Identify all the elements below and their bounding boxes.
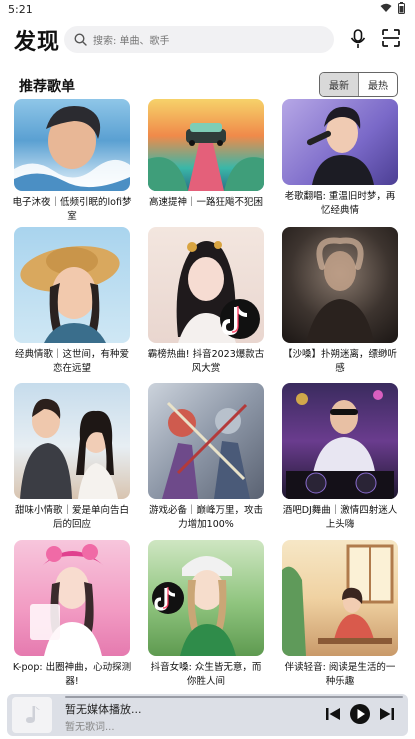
- singer-microphone-cover: [282, 99, 398, 185]
- player-cover[interactable]: [12, 697, 52, 733]
- playlist-title: 抖音女嗓: 众生皆无意，而你胜人间: [150, 662, 262, 687]
- next-icon[interactable]: [379, 706, 395, 722]
- playlist-title: 游戏必备｜巅峰万里，攻击力增加100%: [148, 505, 263, 530]
- playlist-card[interactable]: 老歌翻唱: 重温旧时梦，再忆经典情: [280, 99, 400, 218]
- music-note-icon: [26, 706, 40, 723]
- playlist-card[interactable]: 高速提神｜一路狂飚不犯困: [146, 99, 266, 210]
- game-warriors-cover: [148, 383, 264, 499]
- playlist-card[interactable]: K-pop: 出圈神曲，心动探测器!: [12, 540, 132, 689]
- playlist-card[interactable]: 抖音女嗓: 众生皆无意，而你胜人间: [146, 540, 266, 689]
- playlist-card[interactable]: 酒吧DJ舞曲｜激情四射迷人上头嗨: [280, 383, 400, 532]
- dj-turntable-cover: [282, 383, 398, 499]
- playlist-card[interactable]: 伴读轻音: 阅读是生活的一种乐趣: [280, 540, 400, 689]
- playlist-card[interactable]: 游戏必备｜巅峰万里，攻击力增加100%: [146, 383, 266, 532]
- playlist-title: 霸榜热曲! 抖音2023爆款古风大赏: [147, 349, 265, 374]
- playlist-title: 伴读轻音: 阅读是生活的一种乐趣: [284, 662, 396, 687]
- playlist-card[interactable]: 【沙嗓】扑朔迷离，缥缈听感: [280, 227, 400, 376]
- playlist-title: K-pop: 出圈神曲，心动探测器!: [12, 662, 132, 687]
- previous-icon[interactable]: [325, 706, 341, 722]
- playlist-title: 经典情歌｜这世间，有种爱恋在远望: [14, 349, 129, 374]
- mini-player[interactable]: 暂无媒体播放... 暂无歌词...: [7, 694, 408, 736]
- playlist-card[interactable]: 甜味小情歌｜爱是单向告白后的回应: [12, 383, 132, 532]
- play-icon[interactable]: [349, 703, 371, 725]
- hanfu-girl-tiktok-cover: [148, 227, 264, 343]
- anime-boy-waves-cover: [14, 99, 130, 191]
- playlist-title: 老歌翻唱: 重温旧时梦，再忆经典情: [284, 191, 396, 216]
- kpop-girl-pink-cover: [14, 540, 130, 656]
- girl-helmet-tiktok-cover: [148, 540, 264, 656]
- playlist-card[interactable]: 经典情歌｜这世间，有种爱恋在远望: [12, 227, 132, 376]
- playlist-card[interactable]: 电子沐夜｜低频引眠的lofi梦室: [12, 99, 132, 224]
- playlist-title: 【沙嗓】扑朔迷离，缥缈听感: [282, 349, 397, 374]
- playlist-title: 高速提神｜一路狂飚不犯困: [148, 197, 263, 208]
- playlist-title: 电子沐夜｜低频引眠的lofi梦室: [12, 197, 132, 222]
- playlist-grid: 电子沐夜｜低频引眠的lofi梦室 高速提神｜一路狂飚不犯困 老歌翻唱: 重温旧时…: [0, 0, 415, 739]
- playlist-title: 甜味小情歌｜爱是单向告白后的回应: [14, 505, 129, 530]
- retro-car-road-cover: [148, 99, 264, 191]
- player-lyrics: 暂无歌词...: [65, 722, 115, 733]
- reading-girl-cover: [282, 540, 398, 656]
- couple-beach-cover: [14, 383, 130, 499]
- girl-straw-hat-cover: [14, 227, 130, 343]
- player-title: 暂无媒体播放...: [65, 703, 142, 716]
- playlist-card[interactable]: 霸榜热曲! 抖音2023爆款古风大赏: [146, 227, 266, 376]
- player-progress-bar[interactable]: [65, 696, 403, 698]
- playlist-title: 酒吧DJ舞曲｜激情四射迷人上头嗨: [282, 505, 398, 530]
- silhouette-woman-cover: [282, 227, 398, 343]
